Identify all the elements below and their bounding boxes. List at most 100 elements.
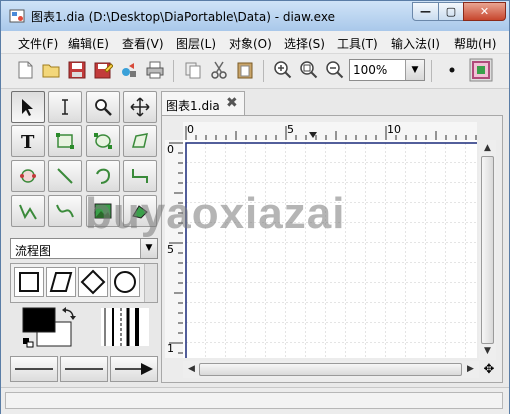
horizontal-ruler-ticks: [185, 126, 477, 140]
ruler-label: 5: [287, 123, 294, 136]
toolbar-separator: [431, 60, 432, 82]
copy-icon[interactable]: [183, 60, 203, 80]
menu-file[interactable]: 文件(F): [18, 35, 58, 52]
zoom-value: 100%: [353, 63, 388, 77]
menu-help[interactable]: 帮助(H): [454, 35, 496, 52]
menu-bar: 文件(F) 编辑(E) 查看(V) 图层(L) 对象(O) 选择(S) 工具(T…: [1, 31, 509, 54]
toolbar: [1, 54, 509, 89]
box-icon: [56, 133, 74, 149]
diagram-canvas[interactable]: [183, 140, 477, 358]
scroll-right-icon[interactable]: ▶: [462, 361, 479, 378]
text-cursor-icon: [62, 99, 68, 115]
canvas-grid: [183, 140, 477, 358]
tool-beziergon[interactable]: [11, 160, 45, 192]
tool-text-edit[interactable]: [48, 91, 82, 123]
toolbar-separator: [173, 60, 174, 82]
ruler-label: 0: [167, 143, 174, 156]
sheet-selector[interactable]: 流程图 ▼: [10, 238, 158, 259]
sheet-selected-value: 流程图: [15, 244, 52, 258]
dia-app-icon: [9, 9, 25, 23]
tool-text[interactable]: T: [11, 125, 45, 157]
chevron-down-icon[interactable]: ▼: [405, 60, 424, 80]
end-arrow-selector[interactable]: [110, 356, 158, 382]
move-arrows-icon: [130, 97, 150, 117]
scroll-up-icon[interactable]: ▲: [479, 140, 496, 157]
maximize-icon: ▢: [445, 5, 457, 18]
menu-input-method[interactable]: 输入法(I): [391, 35, 440, 52]
text-tool-icon: T: [21, 132, 35, 151]
menu-object[interactable]: 对象(O): [229, 35, 272, 52]
export-icon[interactable]: [119, 60, 139, 80]
cut-icon[interactable]: [209, 60, 229, 80]
window-title: 图表1.dia (D:\Desktop\DiaPortable\Data) - …: [31, 10, 335, 24]
pointer-arrow-icon: [22, 99, 33, 116]
shape-connector[interactable]: [110, 267, 140, 297]
foreground-color-swatch[interactable]: [22, 307, 56, 333]
title-bar[interactable]: 图表1.dia (D:\Desktop\DiaPortable\Data) - …: [1, 1, 509, 31]
open-file-icon[interactable]: [41, 60, 61, 80]
zoom-out-icon[interactable]: [325, 60, 345, 80]
circle-shape-icon: [114, 271, 136, 293]
scroll-left-icon[interactable]: ◀: [183, 361, 200, 378]
maximize-button[interactable]: ▢: [438, 2, 464, 21]
line-style-selector[interactable]: [60, 356, 108, 382]
zoom-fit-icon[interactable]: [299, 60, 319, 80]
polyline-icon: [19, 204, 37, 220]
tool-polyline[interactable]: [11, 195, 45, 227]
scroll-down-icon[interactable]: ▼: [479, 343, 496, 360]
color-selector[interactable]: [21, 306, 81, 348]
new-file-icon[interactable]: [15, 60, 35, 80]
ellipse-icon: [94, 133, 112, 149]
shape-process[interactable]: [14, 267, 44, 297]
menu-select[interactable]: 选择(S): [284, 35, 325, 52]
rectangle-shape-icon: [19, 272, 39, 292]
print-icon[interactable]: [145, 60, 165, 80]
shape-data[interactable]: [46, 267, 76, 297]
shape-panel-scrollbar[interactable]: [144, 264, 157, 302]
shape-panel: [10, 263, 158, 303]
arc-icon: [96, 168, 111, 184]
status-field: [5, 392, 503, 409]
chevron-down-icon[interactable]: ▼: [140, 239, 157, 258]
save-as-icon[interactable]: [93, 60, 113, 80]
start-arrow-selector[interactable]: [10, 356, 58, 382]
tool-ellipse[interactable]: [86, 125, 120, 157]
shape-decision[interactable]: [78, 267, 108, 297]
tool-box[interactable]: [48, 125, 82, 157]
close-button[interactable]: ✕: [463, 2, 506, 21]
toolbar-separator: [263, 60, 264, 82]
horizontal-scrollbar[interactable]: ◀ ▶: [183, 361, 479, 378]
horizontal-scroll-thumb[interactable]: [199, 363, 462, 376]
line-icon: [57, 168, 73, 184]
save-icon[interactable]: [67, 60, 87, 80]
vertical-scrollbar[interactable]: ▲ ▼: [479, 140, 496, 360]
tool-polygon[interactable]: [123, 125, 157, 157]
tool-scroll[interactable]: [123, 91, 157, 123]
paste-icon[interactable]: [235, 60, 255, 80]
minimize-button[interactable]: —: [412, 2, 439, 21]
tool-magnify[interactable]: [86, 91, 120, 123]
navigation-cross-icon[interactable]: ✥: [481, 362, 497, 378]
app-window: 图表1.dia (D:\Desktop\DiaPortable\Data) - …: [0, 0, 510, 414]
menu-layer[interactable]: 图层(L): [176, 35, 216, 52]
menu-edit[interactable]: 编辑(E): [68, 35, 109, 52]
close-icon[interactable]: ✖: [226, 95, 238, 111]
svg-text:T: T: [21, 132, 35, 151]
line-width-selector[interactable]: [97, 306, 153, 348]
tool-zigzag[interactable]: [123, 160, 157, 192]
antialias-toggle-icon[interactable]: [469, 58, 493, 82]
menu-view[interactable]: 查看(V): [122, 35, 164, 52]
zoom-combobox[interactable]: 100% ▼: [349, 59, 425, 81]
ruler-label: 1: [167, 342, 174, 355]
tab-diagram[interactable]: 图表1.dia ✖: [161, 91, 245, 115]
tool-bezierline[interactable]: [48, 195, 82, 227]
menu-tools[interactable]: 工具(T): [337, 35, 378, 52]
snap-to-grid-icon[interactable]: [442, 60, 462, 80]
tool-arc[interactable]: [86, 160, 120, 192]
zoom-in-icon[interactable]: [273, 60, 293, 80]
tool-pointer[interactable]: [11, 91, 45, 123]
tool-line[interactable]: [48, 160, 82, 192]
vertical-scroll-thumb[interactable]: [481, 156, 494, 344]
beziergon-icon: [20, 169, 36, 183]
ruler-label: 0: [187, 123, 194, 136]
